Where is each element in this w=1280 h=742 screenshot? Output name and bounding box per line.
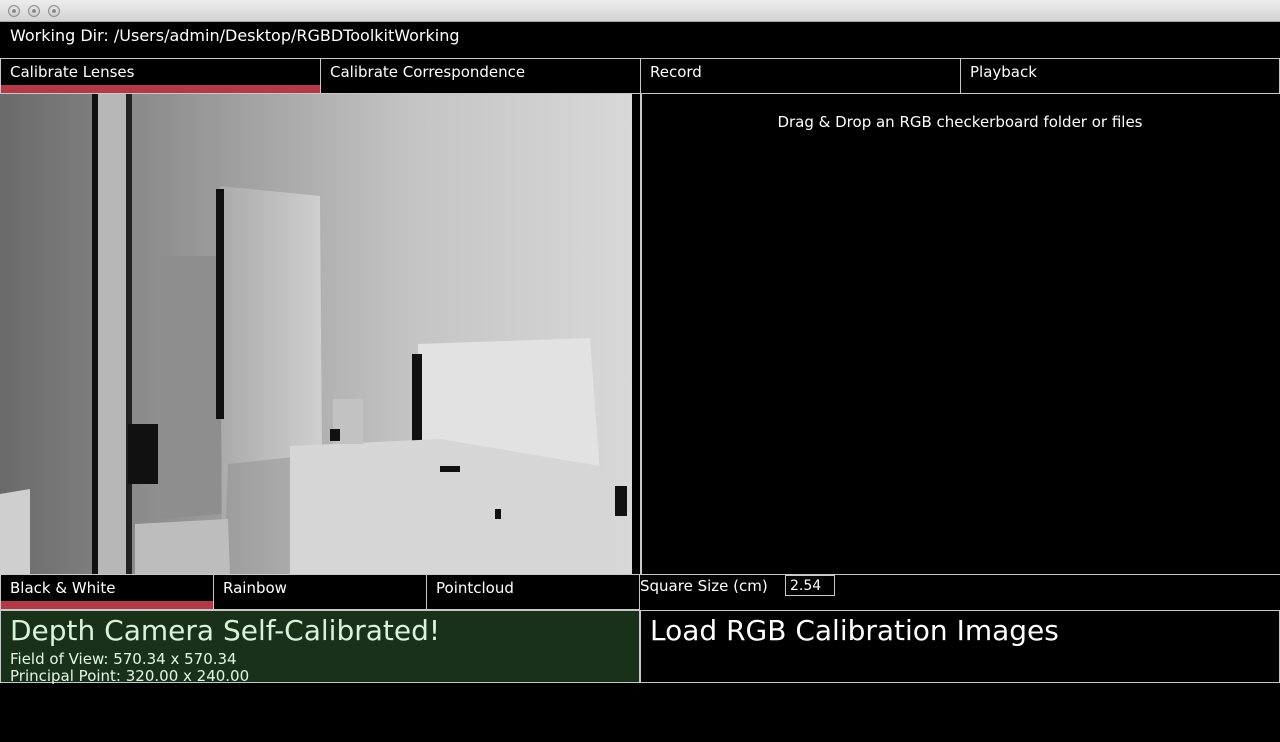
working-directory-label: Working Dir: /Users/admin/Desktop/RGBDTo… bbox=[10, 26, 460, 45]
tab-label: Calibrate Correspondence bbox=[330, 63, 526, 81]
depth-image-viewer[interactable] bbox=[0, 94, 632, 574]
view-mode-label: Black & White bbox=[10, 579, 116, 597]
active-tab-indicator bbox=[1, 85, 320, 93]
tab-label: Record bbox=[650, 63, 702, 81]
view-mode-pointcloud[interactable]: Pointcloud bbox=[426, 574, 640, 610]
tab-record[interactable]: Record bbox=[640, 58, 961, 94]
tab-calibrate-correspondence[interactable]: Calibrate Correspondence bbox=[320, 58, 641, 94]
active-view-indicator bbox=[1, 601, 213, 609]
minimize-window-button[interactable] bbox=[28, 5, 40, 17]
field-of-view-text: Field of View: 570.34 x 570.34 bbox=[10, 650, 237, 668]
depth-image bbox=[0, 94, 632, 574]
square-size-input[interactable] bbox=[785, 575, 835, 596]
drop-hint-text: Drag & Drop an RGB checkerboard folder o… bbox=[777, 113, 1143, 131]
view-mode-black-white[interactable]: Black & White bbox=[0, 574, 214, 610]
depth-status-title: Depth Camera Self-Calibrated! bbox=[10, 614, 441, 647]
rgb-drop-zone[interactable] bbox=[640, 94, 1280, 574]
view-mode-label: Rainbow bbox=[223, 579, 287, 597]
load-rgb-title[interactable]: Load RGB Calibration Images bbox=[650, 614, 1059, 647]
principal-point-text: Principal Point: 320.00 x 240.00 bbox=[10, 667, 250, 685]
window-title-bar bbox=[0, 0, 1280, 22]
tab-label: Playback bbox=[970, 63, 1037, 81]
zoom-window-button[interactable] bbox=[48, 5, 60, 17]
close-window-button[interactable] bbox=[8, 5, 20, 17]
view-mode-label: Pointcloud bbox=[436, 579, 514, 597]
square-size-label: Square Size (cm) bbox=[640, 577, 768, 595]
view-mode-rainbow[interactable]: Rainbow bbox=[213, 574, 427, 610]
tab-playback[interactable]: Playback bbox=[960, 58, 1280, 94]
tab-label: Calibrate Lenses bbox=[10, 63, 135, 81]
tab-calibrate-lenses[interactable]: Calibrate Lenses bbox=[0, 58, 321, 94]
